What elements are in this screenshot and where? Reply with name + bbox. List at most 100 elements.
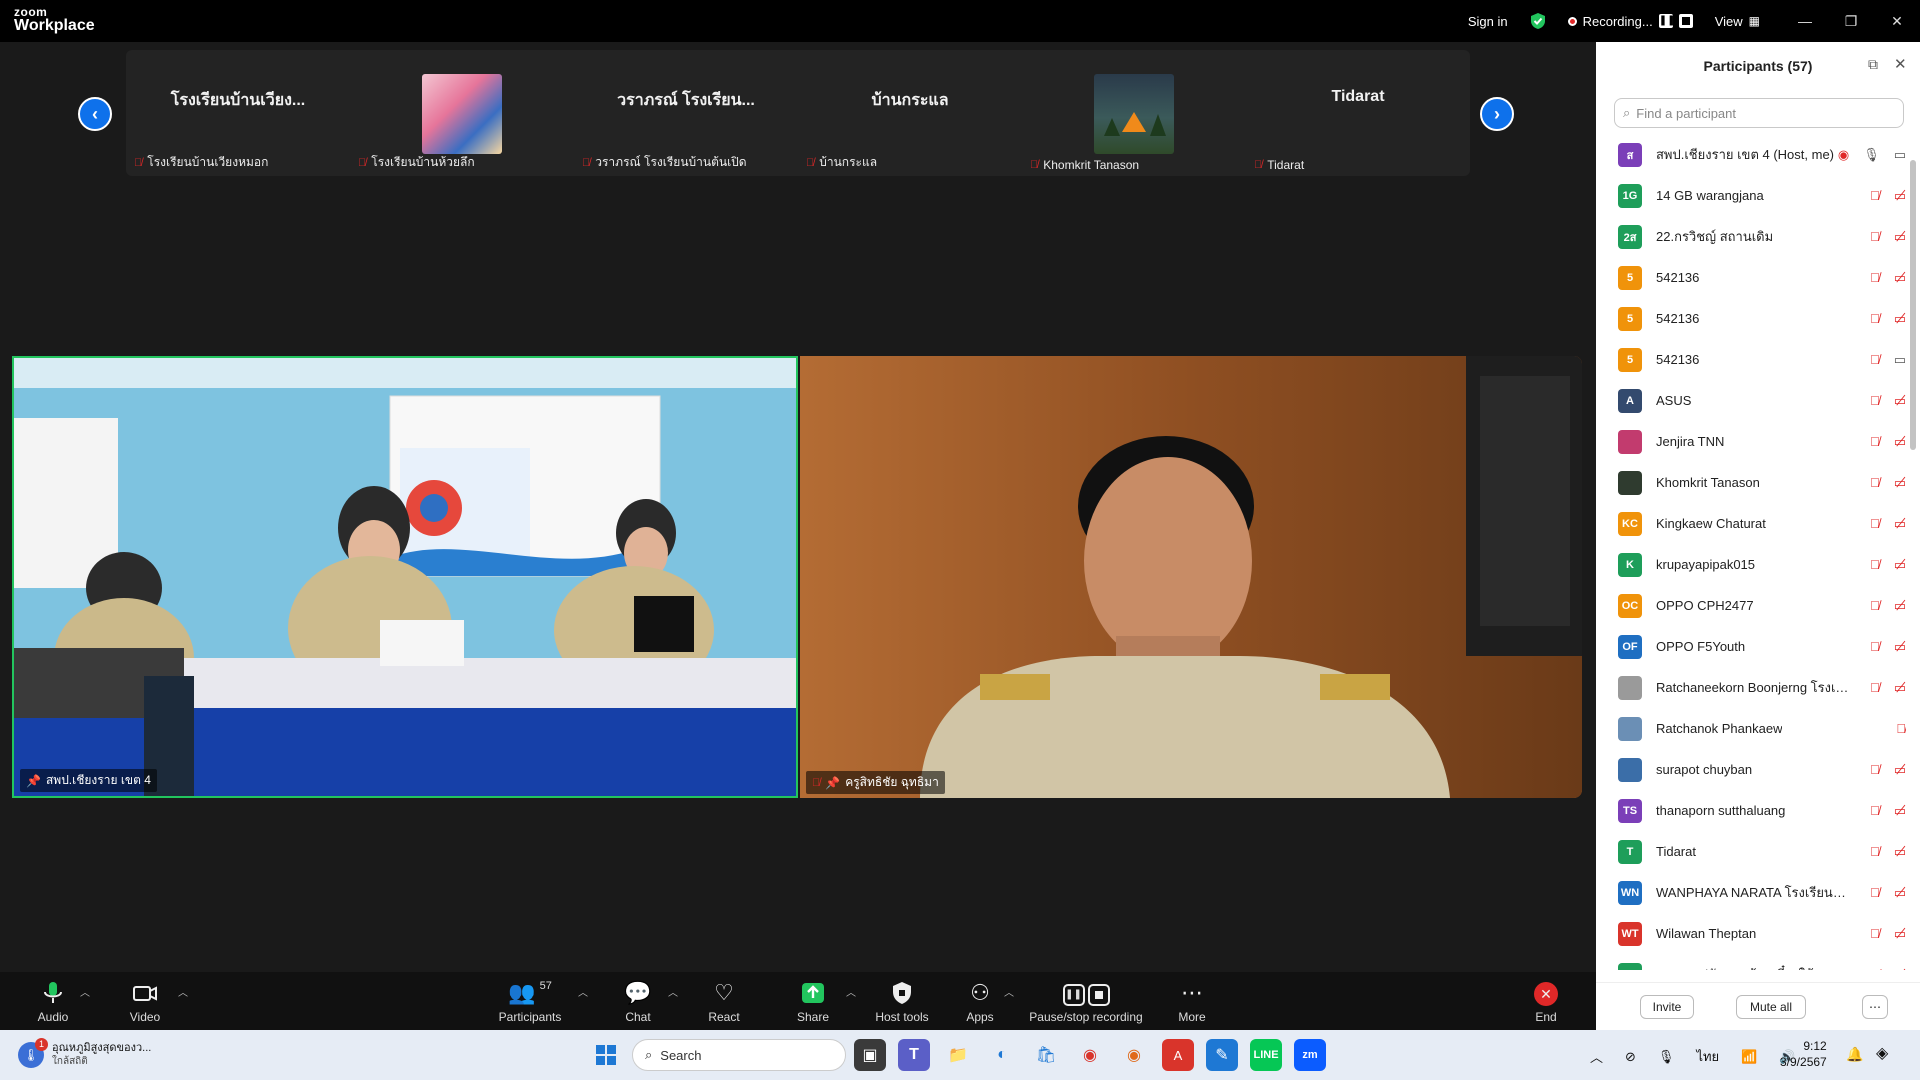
- participant-row[interactable]: 1G 14 GB warangjana 🎙̸ ▭̸: [1596, 175, 1906, 216]
- chrome-profile-icon[interactable]: ◉: [1118, 1039, 1150, 1071]
- chat-icon: 💬: [624, 980, 652, 1005]
- participant-row[interactable]: Khomkrit Tanason 🎙̸ ▭̸: [1596, 462, 1906, 503]
- minimize-icon[interactable]: —: [1782, 13, 1828, 29]
- end-meeting-button[interactable]: ✕ End: [1530, 972, 1562, 1030]
- participant-row[interactable]: T Tidarat 🎙̸ ▭̸: [1596, 831, 1906, 872]
- wifi-icon[interactable]: 📶: [1741, 1049, 1757, 1065]
- participant-row[interactable]: 5 542136 🎙̸ ▭̸: [1596, 257, 1906, 298]
- strip-tile[interactable]: Tidarat 🎙̸ Tidarat: [1246, 50, 1470, 176]
- sign-in-link[interactable]: Sign in: [1468, 14, 1508, 29]
- participant-row[interactable]: 5 542136 🎙̸ ▭̸: [1596, 298, 1906, 339]
- store-icon[interactable]: 🛍: [1030, 1039, 1062, 1071]
- participant-row[interactable]: ก กนกพร ปยัย ร.ร.บ้านเกี๋ยงใต้ 🎙̸ ▭̸: [1596, 954, 1906, 970]
- share-caret-icon[interactable]: ︿: [846, 984, 856, 999]
- participants-caret-icon[interactable]: ︿: [578, 984, 588, 999]
- teams-icon[interactable]: T: [898, 1039, 930, 1071]
- taskbar-search[interactable]: ⌕ Search: [632, 1039, 846, 1071]
- participant-row[interactable]: 5 542136 🎙̸ ▭: [1596, 339, 1906, 380]
- paint-icon[interactable]: ✎: [1206, 1039, 1238, 1071]
- strip-tile[interactable]: วราภรณ์ โรงเรียน... 🎙̸ วราภรณ์ โรงเรียนบ้…: [574, 50, 798, 176]
- recording-indicator[interactable]: Recording... ❚❚: [1567, 14, 1693, 29]
- copilot-icon[interactable]: ◈: [1876, 1043, 1888, 1063]
- mic-tray-icon[interactable]: 🎙: [1658, 1049, 1675, 1065]
- avatar: KC: [1618, 511, 1642, 536]
- participant-row[interactable]: WT Wilawan Theptan 🎙̸ ▭̸: [1596, 913, 1906, 954]
- view-menu[interactable]: View ▦: [1715, 14, 1760, 29]
- camera-off-icon: ▭̸: [1893, 187, 1906, 203]
- restore-icon[interactable]: ❐: [1828, 13, 1874, 30]
- participants-button[interactable]: 👥 57 Participants: [496, 972, 564, 1030]
- video-tile-host[interactable]: 📌 สพป.เชียงราย เขต 4: [12, 356, 798, 798]
- avatar: 5: [1618, 306, 1642, 331]
- camera-off-tray-icon[interactable]: ⊘: [1625, 1049, 1636, 1065]
- participant-row[interactable]: Ratchaneekorn Boonjerng โรงเรีย... 🎙̸ ▭̸: [1596, 667, 1906, 708]
- participant-row[interactable]: A ASUS 🎙̸ ▭̸: [1596, 380, 1906, 421]
- pause-recording-icon[interactable]: ❚❚: [1658, 14, 1675, 28]
- participant-status: 🎙̸ ▭̸: [1870, 844, 1906, 860]
- participant-row[interactable]: 2ส 22.กรวิชญ์ สถานเดิม 🎙̸ ▭̸: [1596, 216, 1906, 257]
- apps-button[interactable]: ⚇ Apps: [962, 972, 998, 1030]
- video-tile-speaker[interactable]: 🎙̸ 📌 ครูสิทธิชัย ฉุทธิมา: [800, 356, 1582, 798]
- edge-icon[interactable]: ◐: [986, 1039, 1018, 1071]
- mic-muted-icon: 🎙̸: [1869, 679, 1880, 695]
- close-panel-icon[interactable]: ✕: [1894, 55, 1907, 73]
- close-window-icon[interactable]: ✕: [1874, 13, 1920, 30]
- panel-more-button[interactable]: ⋯: [1862, 995, 1888, 1019]
- mic-muted-icon: 🎙̸: [1869, 515, 1880, 531]
- pop-out-icon[interactable]: ⧉: [1868, 56, 1878, 73]
- stop-recording-icon[interactable]: [1678, 14, 1693, 28]
- zoom-logo: zoom Workplace: [14, 6, 95, 34]
- audio-caret-icon[interactable]: ︿: [80, 984, 90, 999]
- participant-row[interactable]: Kkrupayapipak015 🎙̸ ▭̸: [1596, 544, 1906, 585]
- strip-tile[interactable]: โรงเรียนบ้านเวียง... 🎙̸ โรงเรียนบ้านเวียง…: [126, 50, 350, 176]
- file-explorer-icon[interactable]: 📁: [942, 1039, 974, 1071]
- mic-muted-icon: 🎙̸: [1869, 228, 1880, 244]
- windows-start-icon[interactable]: [590, 1039, 622, 1071]
- acrobat-icon[interactable]: A: [1162, 1039, 1194, 1071]
- video-caret-icon[interactable]: ︿: [178, 984, 188, 999]
- participant-row[interactable]: Ratchanok Phankaew 🎙̸: [1596, 708, 1906, 749]
- avatar: T: [1618, 839, 1642, 864]
- security-shield-icon[interactable]: [1530, 12, 1546, 30]
- news-widget[interactable]: 🌡 1 อุณหภูมิสูงสุดของว... ใกล้สถิติ: [18, 1038, 188, 1072]
- camera-off-icon: ▭̸: [1893, 269, 1906, 285]
- shield-icon: [893, 982, 911, 1004]
- participant-row[interactable]: KC Kingkaew Chaturat 🎙̸ ▭̸: [1596, 503, 1906, 544]
- participant-row[interactable]: Jenjira TNN 🎙̸ ▭̸: [1596, 421, 1906, 462]
- avatar: 5: [1618, 265, 1642, 290]
- zoom-app-icon[interactable]: zm: [1294, 1039, 1326, 1071]
- language-indicator[interactable]: ไทย: [1696, 1046, 1719, 1067]
- invite-button[interactable]: Invite: [1640, 995, 1694, 1019]
- gallery-prev-button[interactable]: ‹: [78, 97, 112, 131]
- host-tools-button[interactable]: Host tools: [870, 972, 934, 1030]
- video-button[interactable]: Video: [126, 972, 164, 1030]
- tray-overflow-icon[interactable]: ︿: [1590, 1047, 1603, 1066]
- clock[interactable]: 9:12 3/9/2567: [1780, 1038, 1827, 1070]
- participant-row[interactable]: OC OPPO CPH2477 🎙̸ ▭̸: [1596, 585, 1906, 626]
- search-input[interactable]: ⌕ Find a participant: [1614, 98, 1904, 128]
- strip-tile[interactable]: บ้านกระแล 🎙̸ บ้านกระแล: [798, 50, 1022, 176]
- share-button[interactable]: Share: [794, 972, 832, 1030]
- avatar: 1G: [1618, 183, 1642, 208]
- participant-row[interactable]: OF OPPO F5Youth 🎙̸ ▭̸: [1596, 626, 1906, 667]
- chat-button[interactable]: 💬 Chat: [620, 972, 656, 1030]
- audio-button[interactable]: Audio: [34, 972, 72, 1030]
- chat-caret-icon[interactable]: ︿: [668, 984, 678, 999]
- participant-row[interactable]: WN WANPHAYA NARATA โรงเรียนบ้าน... 🎙̸ ▭̸: [1596, 872, 1906, 913]
- strip-tile[interactable]: 🎙̸ Khomkrit Tanason: [1022, 50, 1246, 176]
- line-icon[interactable]: LINE: [1250, 1039, 1282, 1071]
- participant-row[interactable]: TS thanaporn sutthaluang 🎙̸ ▭̸: [1596, 790, 1906, 831]
- pause-stop-recording-button[interactable]: ❚❚ Pause/stop recording: [1026, 972, 1146, 1030]
- gallery-next-button[interactable]: ›: [1480, 97, 1514, 131]
- react-button[interactable]: ♡ React: [706, 972, 742, 1030]
- strip-tile[interactable]: 🎙̸ โรงเรียนบ้านห้วยลึก: [350, 50, 574, 176]
- notification-bell-icon[interactable]: 🔔: [1846, 1046, 1863, 1063]
- mute-all-button[interactable]: Mute all: [1736, 995, 1806, 1019]
- more-button[interactable]: ⋯ More: [1174, 972, 1210, 1030]
- apps-caret-icon[interactable]: ︿: [1004, 984, 1014, 999]
- participant-row[interactable]: surapot chuyban 🎙̸ ▭̸: [1596, 749, 1906, 790]
- participant-row[interactable]: ส สพป.เชียงราย เขต 4 (Host, me) ◉ 🎙 ▭: [1596, 134, 1906, 175]
- panel-scrollbar[interactable]: [1910, 160, 1916, 450]
- chrome-icon[interactable]: ◉: [1074, 1039, 1106, 1071]
- task-view-icon[interactable]: ▣: [854, 1039, 886, 1071]
